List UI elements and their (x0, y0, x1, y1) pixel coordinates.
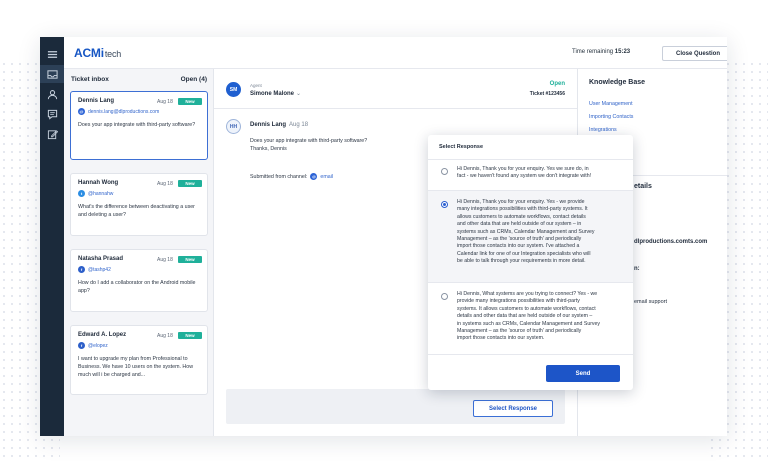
ticket-preview: What's the difference between deactivati… (78, 204, 195, 218)
time-remaining: Time remaining 15:23 (572, 49, 631, 55)
response-radio-selected[interactable] (441, 201, 448, 208)
response-option[interactable]: Hi Dennis, What systems are you trying t… (428, 282, 633, 354)
chat-icon[interactable] (40, 105, 64, 123)
ticket-date: Aug 18 (157, 333, 173, 339)
twitter-icon: t (78, 190, 85, 197)
ticket-handle: f @tashp42 (78, 266, 200, 273)
inbox-title: Ticket inbox (71, 76, 109, 83)
ticket-date: Aug 18 (157, 181, 173, 187)
inbox-header: Ticket inbox Open (4) (71, 76, 207, 86)
response-option-selected[interactable]: Hi Dennis, Thank you for your enquiry. Y… (428, 190, 633, 282)
customer-email: dlproductions.comts.com (634, 239, 708, 245)
sidebar (40, 37, 64, 436)
chevron-down-icon: ⌄ (296, 91, 302, 97)
ticket-card[interactable]: Hannah Wong Aug 18 New t @hannahw What's … (70, 173, 208, 236)
agent-avatar: SM (226, 82, 241, 97)
email-icon: @ (78, 108, 85, 115)
message-date: Aug 18 (289, 122, 309, 128)
time-remaining-value: 15:23 (614, 49, 631, 55)
response-text: Hi Dennis, Thank you for your enquiry. Y… (457, 166, 592, 180)
new-badge: New (178, 180, 202, 187)
logo: ACMitech (74, 46, 122, 60)
ticket-handle: f @elopez (78, 342, 200, 349)
response-radio[interactable] (441, 168, 448, 175)
email-icon: @ (310, 173, 318, 180)
support-channel: email support (634, 299, 668, 305)
ticket-card[interactable]: Edward A. Lopez Aug 18 New f @elopez I wa… (70, 325, 208, 395)
inbox-count: Open (4) (180, 76, 207, 83)
ticket-date: Aug 18 (157, 99, 173, 105)
message-sender: Dennis Lang Aug 18 (250, 122, 309, 128)
response-text: Hi Dennis, What systems are you trying t… (457, 291, 601, 342)
message-body: Does your app integrate with third-party… (250, 138, 368, 152)
user-icon[interactable] (40, 85, 64, 103)
ticket-card[interactable]: Dennis Lang Aug 18 New @ dennis.lang@dlpr… (70, 91, 208, 160)
agent-label: Agent (250, 83, 262, 88)
new-badge: New (178, 332, 202, 339)
status-badge: Open (549, 81, 565, 87)
kb-link-integrations[interactable]: Integrations (589, 127, 617, 133)
new-badge: New (178, 256, 202, 263)
send-button[interactable]: Send (546, 365, 620, 382)
customer-avatar: HH (226, 119, 241, 134)
inbox-icon[interactable] (40, 65, 64, 83)
ticket-handle: t @hannahw (78, 190, 200, 197)
close-question-button[interactable]: Close Question (662, 46, 727, 61)
conversation-header: SM Agent Simone Malone ⌄ Open Ticket #123… (214, 69, 577, 109)
response-text: Hi Dennis, Thank you for your enquiry. Y… (457, 199, 595, 265)
ticket-number: Ticket #123456 (529, 91, 565, 97)
menu-icon[interactable] (40, 45, 64, 63)
ticket-preview: Does your app integrate with third-party… (78, 122, 196, 128)
knowledge-base-title: Knowledge Base (589, 79, 646, 86)
ticket-inbox: Ticket inbox Open (4) Dennis Lang Aug 18… (64, 69, 214, 436)
new-badge: New (178, 98, 202, 105)
response-radio[interactable] (441, 293, 448, 300)
ticket-preview: I want to upgrade my plan from Professio… (78, 356, 194, 378)
ticket-card[interactable]: Natasha Prasad Aug 18 New f @tashp42 How … (70, 249, 208, 312)
modal-title: Select Response (439, 144, 484, 150)
edit-icon[interactable] (40, 125, 64, 143)
ticket-date: Aug 18 (157, 257, 173, 263)
response-option[interactable]: Hi Dennis, Thank you for your enquiry. Y… (428, 159, 633, 190)
select-response-modal: Select Response Hi Dennis, Thank you for… (428, 135, 633, 390)
kb-link-user-management[interactable]: User Management (589, 101, 633, 107)
kb-link-importing-contacts[interactable]: Importing Contacts (589, 114, 633, 120)
details-heading: etails (634, 183, 652, 190)
ticket-preview: How do I add a collaborator on the Andro… (78, 280, 196, 294)
agent-selector[interactable]: Simone Malone ⌄ (250, 90, 301, 97)
ticket-handle: @ dennis.lang@dlproductions.com (78, 108, 160, 115)
select-response-button[interactable]: Select Response (473, 400, 553, 417)
top-bar: ACMitech Time remaining 15:23 Close Ques… (64, 37, 727, 69)
field-label: n: (634, 266, 640, 272)
facebook-icon: f (78, 342, 85, 349)
facebook-icon: f (78, 266, 85, 273)
submitted-channel: Submitted from channel: @ email (250, 173, 334, 180)
